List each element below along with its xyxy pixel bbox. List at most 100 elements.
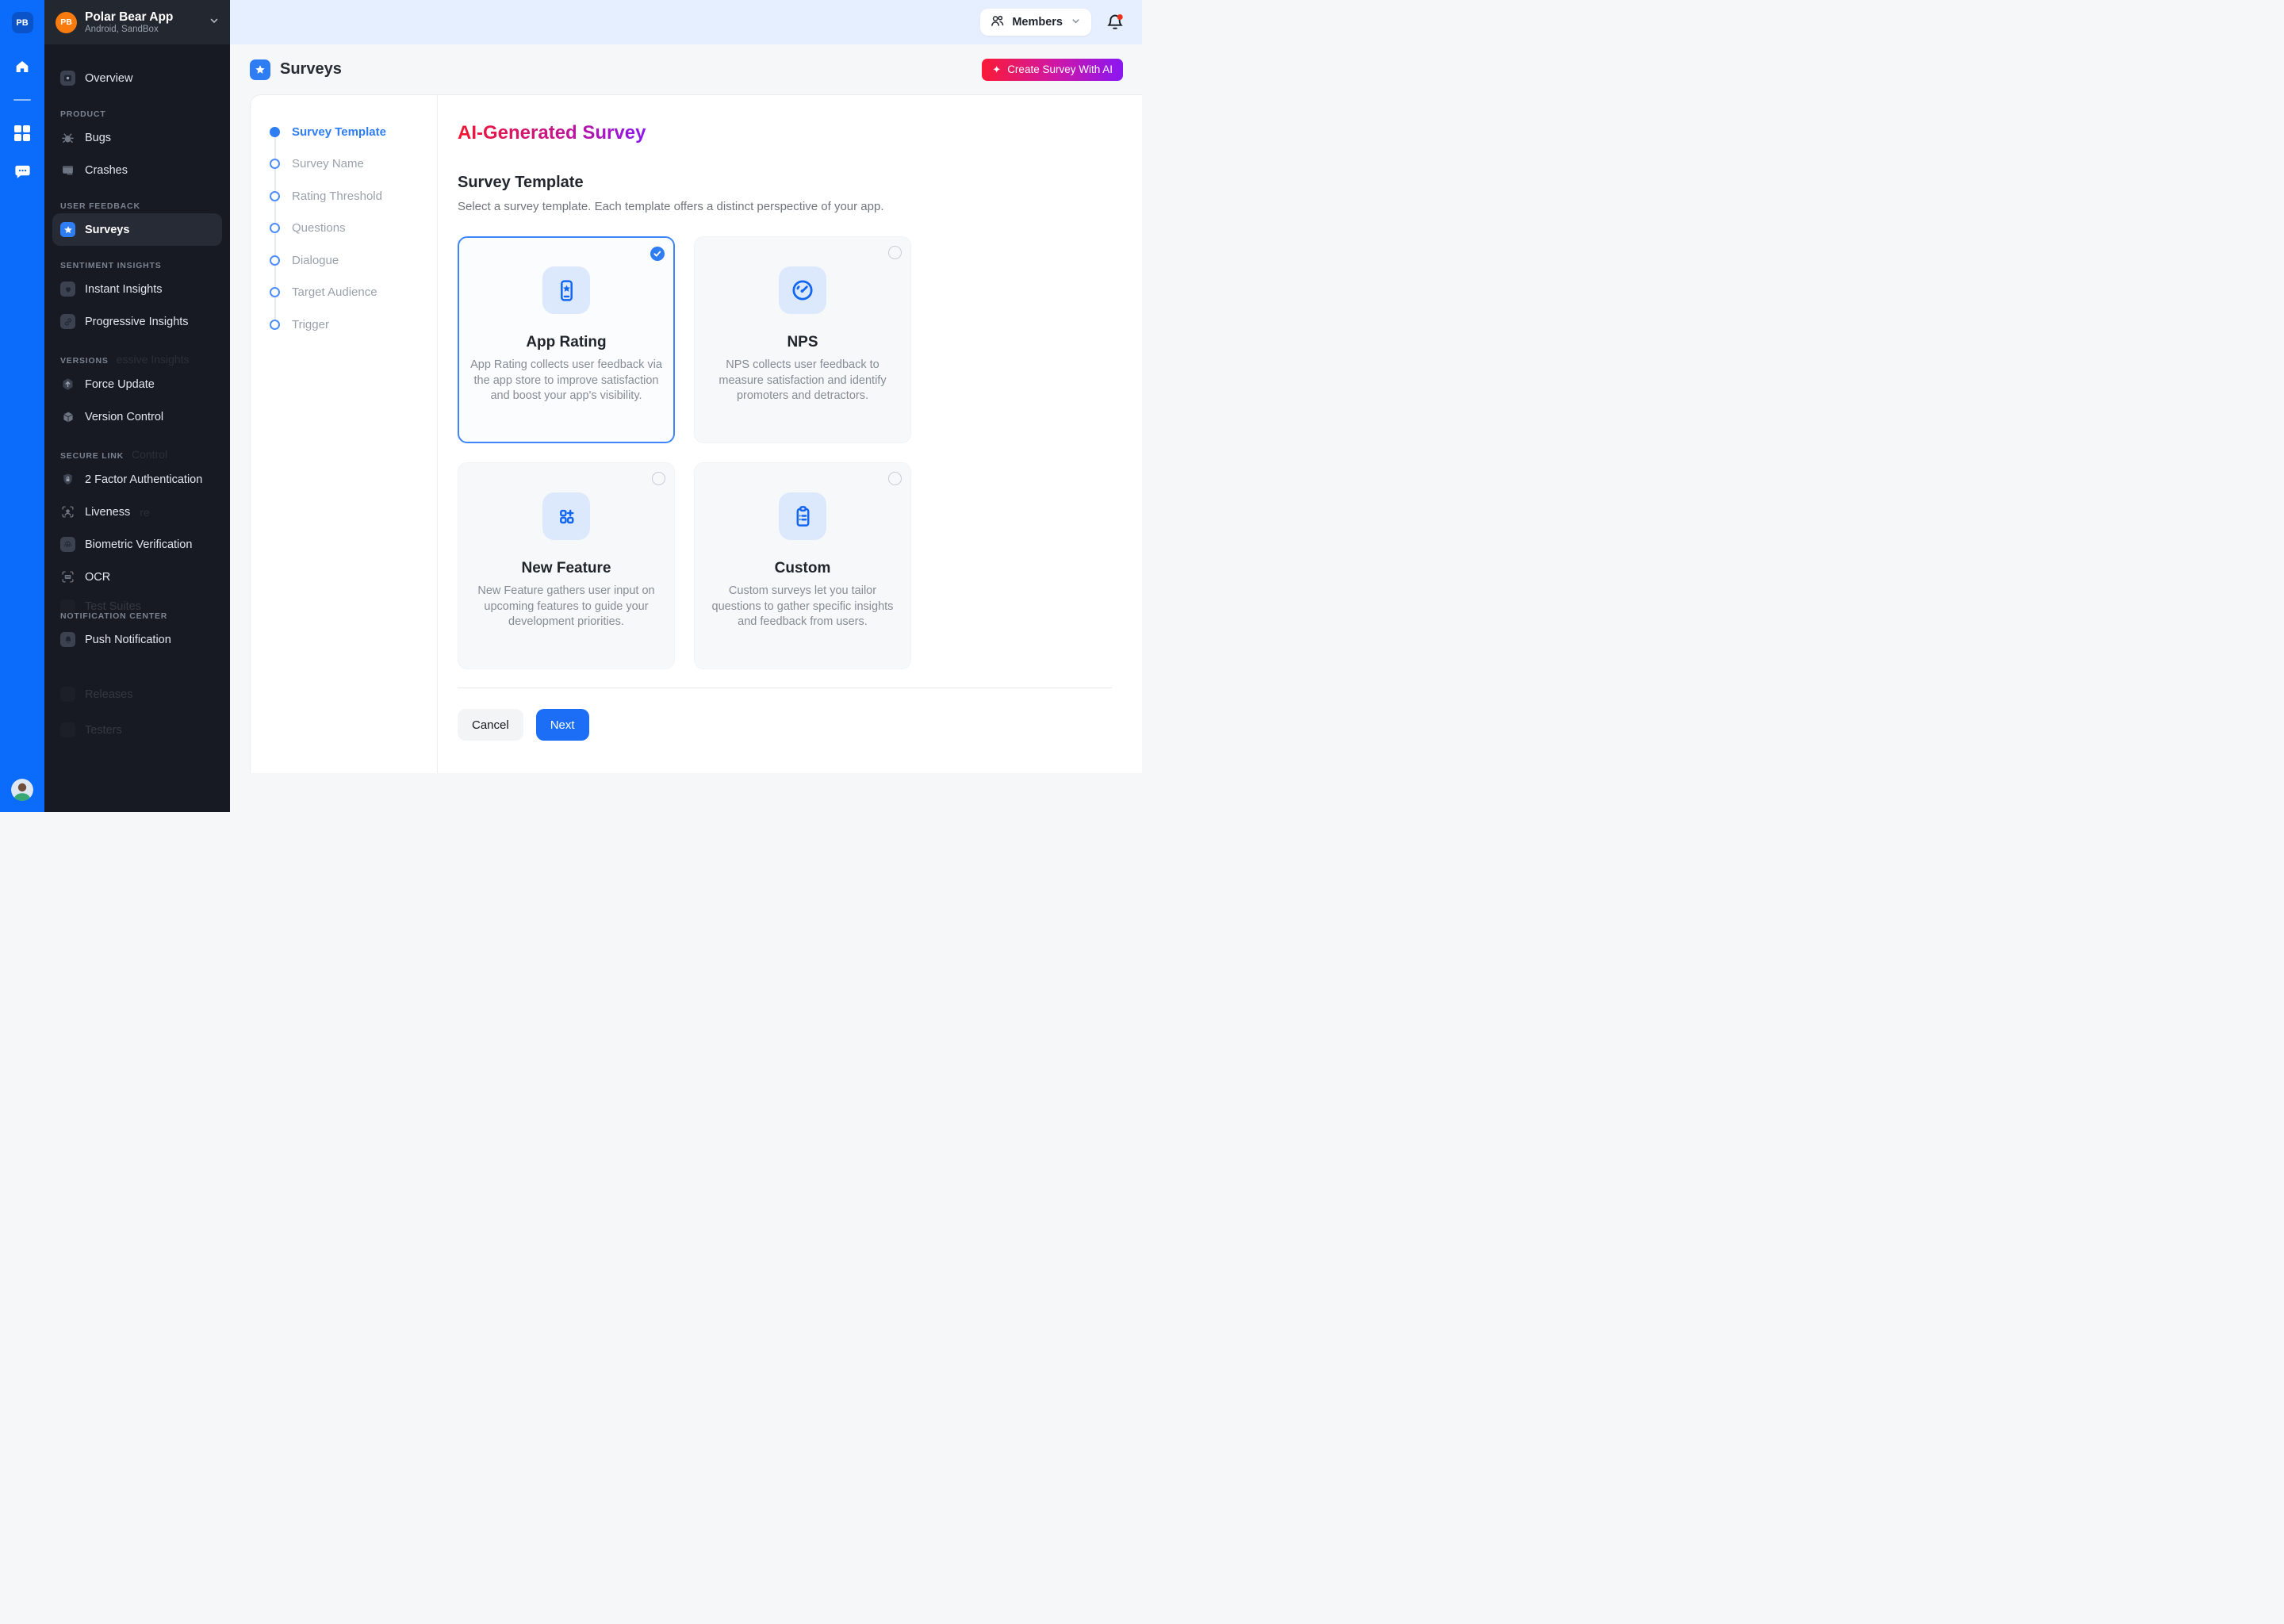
- template-description: Custom surveys let you tailor questions …: [706, 584, 900, 630]
- phone-rating-icon: [542, 266, 590, 314]
- ghost-text: Control: [132, 448, 167, 461]
- step-rating-threshold[interactable]: Rating Threshold: [270, 180, 437, 213]
- radio-unselected[interactable]: [652, 472, 665, 485]
- surveys-star-icon: [60, 222, 75, 237]
- apps-grid-icon[interactable]: [13, 124, 32, 143]
- template-title: App Rating: [459, 334, 673, 351]
- sidebar-item-crashes[interactable]: Crashes: [52, 154, 222, 186]
- section-description: Select a survey template. Each template …: [458, 200, 1112, 213]
- shield-lock-icon: [60, 472, 75, 487]
- members-icon: [990, 13, 1005, 32]
- sidebar-item-force-update[interactable]: Force Update: [52, 368, 222, 400]
- surveys-star-icon: [250, 59, 270, 80]
- template-description: App Rating collects user feedback via th…: [470, 358, 663, 404]
- ghost-icon: [60, 722, 75, 737]
- user-avatar[interactable]: [11, 779, 33, 801]
- app-name: Polar Bear App: [85, 10, 200, 25]
- sidebar-item-bugs[interactable]: Bugs: [52, 121, 222, 154]
- app-root: PB PB Polar Bear App Android, SandBox: [0, 0, 1142, 812]
- ghost-icon: [60, 599, 75, 615]
- cancel-button[interactable]: Cancel: [458, 709, 523, 741]
- grid-plus-icon: [542, 492, 590, 540]
- step-dot: [270, 223, 280, 233]
- step-dot: [270, 255, 280, 266]
- ghost-text: essive Insights: [117, 353, 190, 366]
- bug-icon: [60, 130, 75, 145]
- sidebar-item-progressive-insights[interactable]: Progressive Insights: [52, 305, 222, 338]
- create-survey-with-ai-button[interactable]: ✦ Create Survey With AI: [982, 59, 1123, 81]
- step-dialogue[interactable]: Dialogue: [270, 244, 437, 277]
- template-card-app-rating[interactable]: App Rating App Rating collects user feed…: [458, 236, 675, 443]
- sidebar-item-push-notification[interactable]: Push Notification: [52, 623, 222, 656]
- sidebar: PB Polar Bear App Android, SandBox Overv…: [44, 0, 230, 812]
- main-area: Members Surveys ✦ Create Survey With AI: [230, 0, 1142, 812]
- notifications-bell-icon[interactable]: [1106, 13, 1125, 32]
- sidebar-item-version-control[interactable]: Version Control: [52, 400, 222, 433]
- section-title: Survey Template: [458, 174, 1112, 192]
- home-icon[interactable]: [13, 57, 32, 76]
- template-card-nps[interactable]: NPS NPS collects user feedback to measur…: [694, 236, 911, 443]
- rail-divider: [13, 99, 31, 101]
- sidebar-item-overview[interactable]: Overview: [52, 62, 222, 94]
- members-button[interactable]: Members: [980, 9, 1091, 36]
- ghost-text: re: [140, 506, 149, 519]
- template-card-new-feature[interactable]: New Feature New Feature gathers user inp…: [458, 462, 675, 669]
- step-dot: [270, 127, 280, 137]
- section-label-sentiment-insights: SENTIMENT INSIGHTS: [60, 261, 214, 270]
- workspace-logo[interactable]: PB: [12, 12, 33, 33]
- page-header: Surveys ✦ Create Survey With AI: [230, 44, 1142, 94]
- top-bar: Members: [230, 0, 1142, 44]
- section-label-user-feedback: USER FEEDBACK: [60, 201, 214, 211]
- section-label-product: PRODUCT: [60, 109, 214, 119]
- ghost-item-test-suites: Test Suites: [52, 593, 222, 620]
- template-title: NPS: [695, 334, 910, 351]
- sidebar-item-instant-insights[interactable]: Instant Insights: [52, 273, 222, 305]
- crash-icon: [60, 163, 75, 178]
- template-description: New Feature gathers user input on upcomi…: [469, 584, 664, 630]
- clipboard-icon: [779, 492, 826, 540]
- app-switcher[interactable]: PB Polar Bear App Android, SandBox: [44, 0, 230, 44]
- step-survey-name[interactable]: Survey Name: [270, 148, 437, 181]
- app-subtitle: Android, SandBox: [85, 25, 200, 34]
- wizard-actions: Cancel Next: [458, 709, 1112, 741]
- step-dot: [270, 320, 280, 330]
- template-description: NPS collects user feedback to measure sa…: [706, 358, 900, 404]
- link-icon: [60, 314, 75, 329]
- fingerprint-icon: [60, 537, 75, 552]
- sidebar-item-ocr[interactable]: OCR: [52, 561, 222, 593]
- workspace: Survey Template Survey Name Rating Thres…: [230, 94, 1142, 812]
- step-dot: [270, 287, 280, 297]
- chat-icon[interactable]: [13, 162, 32, 181]
- template-card-custom[interactable]: Custom Custom surveys let you tailor que…: [694, 462, 911, 669]
- template-grid: App Rating App Rating collects user feed…: [458, 236, 1112, 669]
- template-title: Custom: [695, 560, 910, 577]
- next-button[interactable]: Next: [536, 709, 589, 741]
- step-target-audience[interactable]: Target Audience: [270, 277, 437, 309]
- sidebar-item-liveness[interactable]: Liveness re: [52, 496, 222, 528]
- section-label-versions: VERSIONS essive Insights: [60, 353, 214, 366]
- ghost-item-releases: Releases: [52, 678, 222, 710]
- template-title: New Feature: [458, 560, 674, 577]
- step-questions[interactable]: Questions: [270, 213, 437, 245]
- cube-icon: [60, 409, 75, 424]
- ocr-scan-icon: [60, 569, 75, 584]
- sidebar-nav: Overview PRODUCT Bugs Crashes USER FEEDB…: [44, 44, 230, 812]
- survey-wizard-panel: Survey Template Survey Name Rating Thres…: [250, 94, 1142, 773]
- step-dot: [270, 191, 280, 201]
- ghost-item-testers: Testers: [52, 714, 222, 746]
- face-scan-icon: [60, 504, 75, 519]
- selected-check-icon[interactable]: [650, 247, 665, 261]
- radio-unselected[interactable]: [888, 246, 902, 259]
- ai-generated-survey-badge: AI-Generated Survey: [458, 122, 646, 144]
- app-avatar: PB: [56, 12, 77, 33]
- wizard-content: AI-Generated Survey Survey Template Sele…: [438, 95, 1142, 773]
- sidebar-item-biometric-verification[interactable]: Biometric Verification: [52, 528, 222, 561]
- sidebar-item-surveys[interactable]: Surveys: [52, 213, 222, 246]
- chevron-down-icon: [1070, 15, 1082, 30]
- step-survey-template[interactable]: Survey Template: [270, 116, 437, 148]
- force-update-icon: [60, 377, 75, 392]
- sidebar-item-2fa[interactable]: 2 Factor Authentication: [52, 463, 222, 496]
- radio-unselected[interactable]: [888, 472, 902, 485]
- icon-rail: PB: [0, 0, 44, 812]
- step-trigger[interactable]: Trigger: [270, 308, 437, 341]
